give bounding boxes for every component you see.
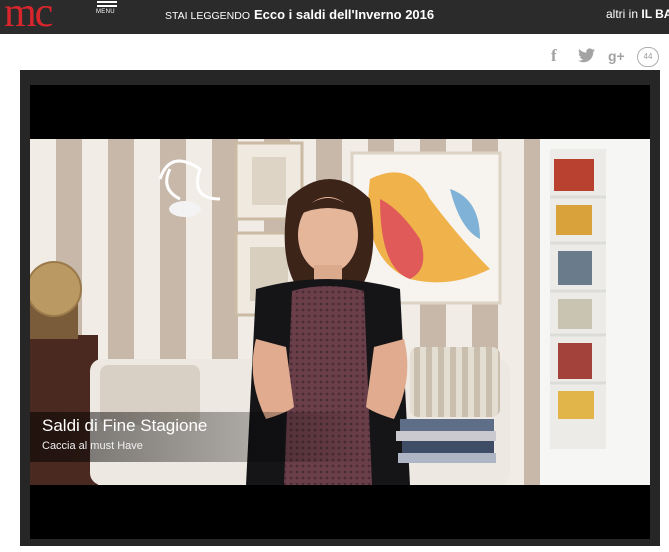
video-caption-title: Saldi di Fine Stagione bbox=[42, 416, 208, 435]
menu-label: MENU bbox=[96, 9, 115, 15]
hamburger-icon-line bbox=[97, 5, 117, 7]
menu-button[interactable]: MENU bbox=[96, 1, 118, 21]
video-player[interactable]: Saldi di Fine Stagione Caccia al must Ha… bbox=[30, 85, 650, 539]
facebook-icon[interactable]: f bbox=[551, 47, 557, 64]
article-title[interactable]: Ecco i saldi dell'Inverno 2016 bbox=[254, 7, 434, 22]
currently-reading-prefix: STAI LEGGENDO bbox=[165, 10, 250, 22]
currently-reading[interactable]: STAI LEGGENDO Ecco i saldi dell'Inverno 2… bbox=[165, 7, 434, 22]
video-caption-subtitle: Caccia al must Have bbox=[42, 440, 143, 452]
others-section-link[interactable]: IL BA bbox=[641, 7, 669, 21]
twitter-icon[interactable] bbox=[578, 48, 595, 64]
share-count-badge[interactable]: 44 bbox=[637, 47, 659, 67]
others-prefix: altri in bbox=[606, 7, 639, 21]
hamburger-icon bbox=[97, 1, 117, 3]
site-logo[interactable]: mc bbox=[4, 0, 53, 34]
google-plus-icon[interactable]: g+ bbox=[608, 48, 625, 64]
top-navigation-bar: mc MENU STAI LEGGENDO Ecco i saldi dell'I… bbox=[0, 0, 669, 34]
other-articles[interactable]: altri in IL BA bbox=[606, 7, 669, 21]
